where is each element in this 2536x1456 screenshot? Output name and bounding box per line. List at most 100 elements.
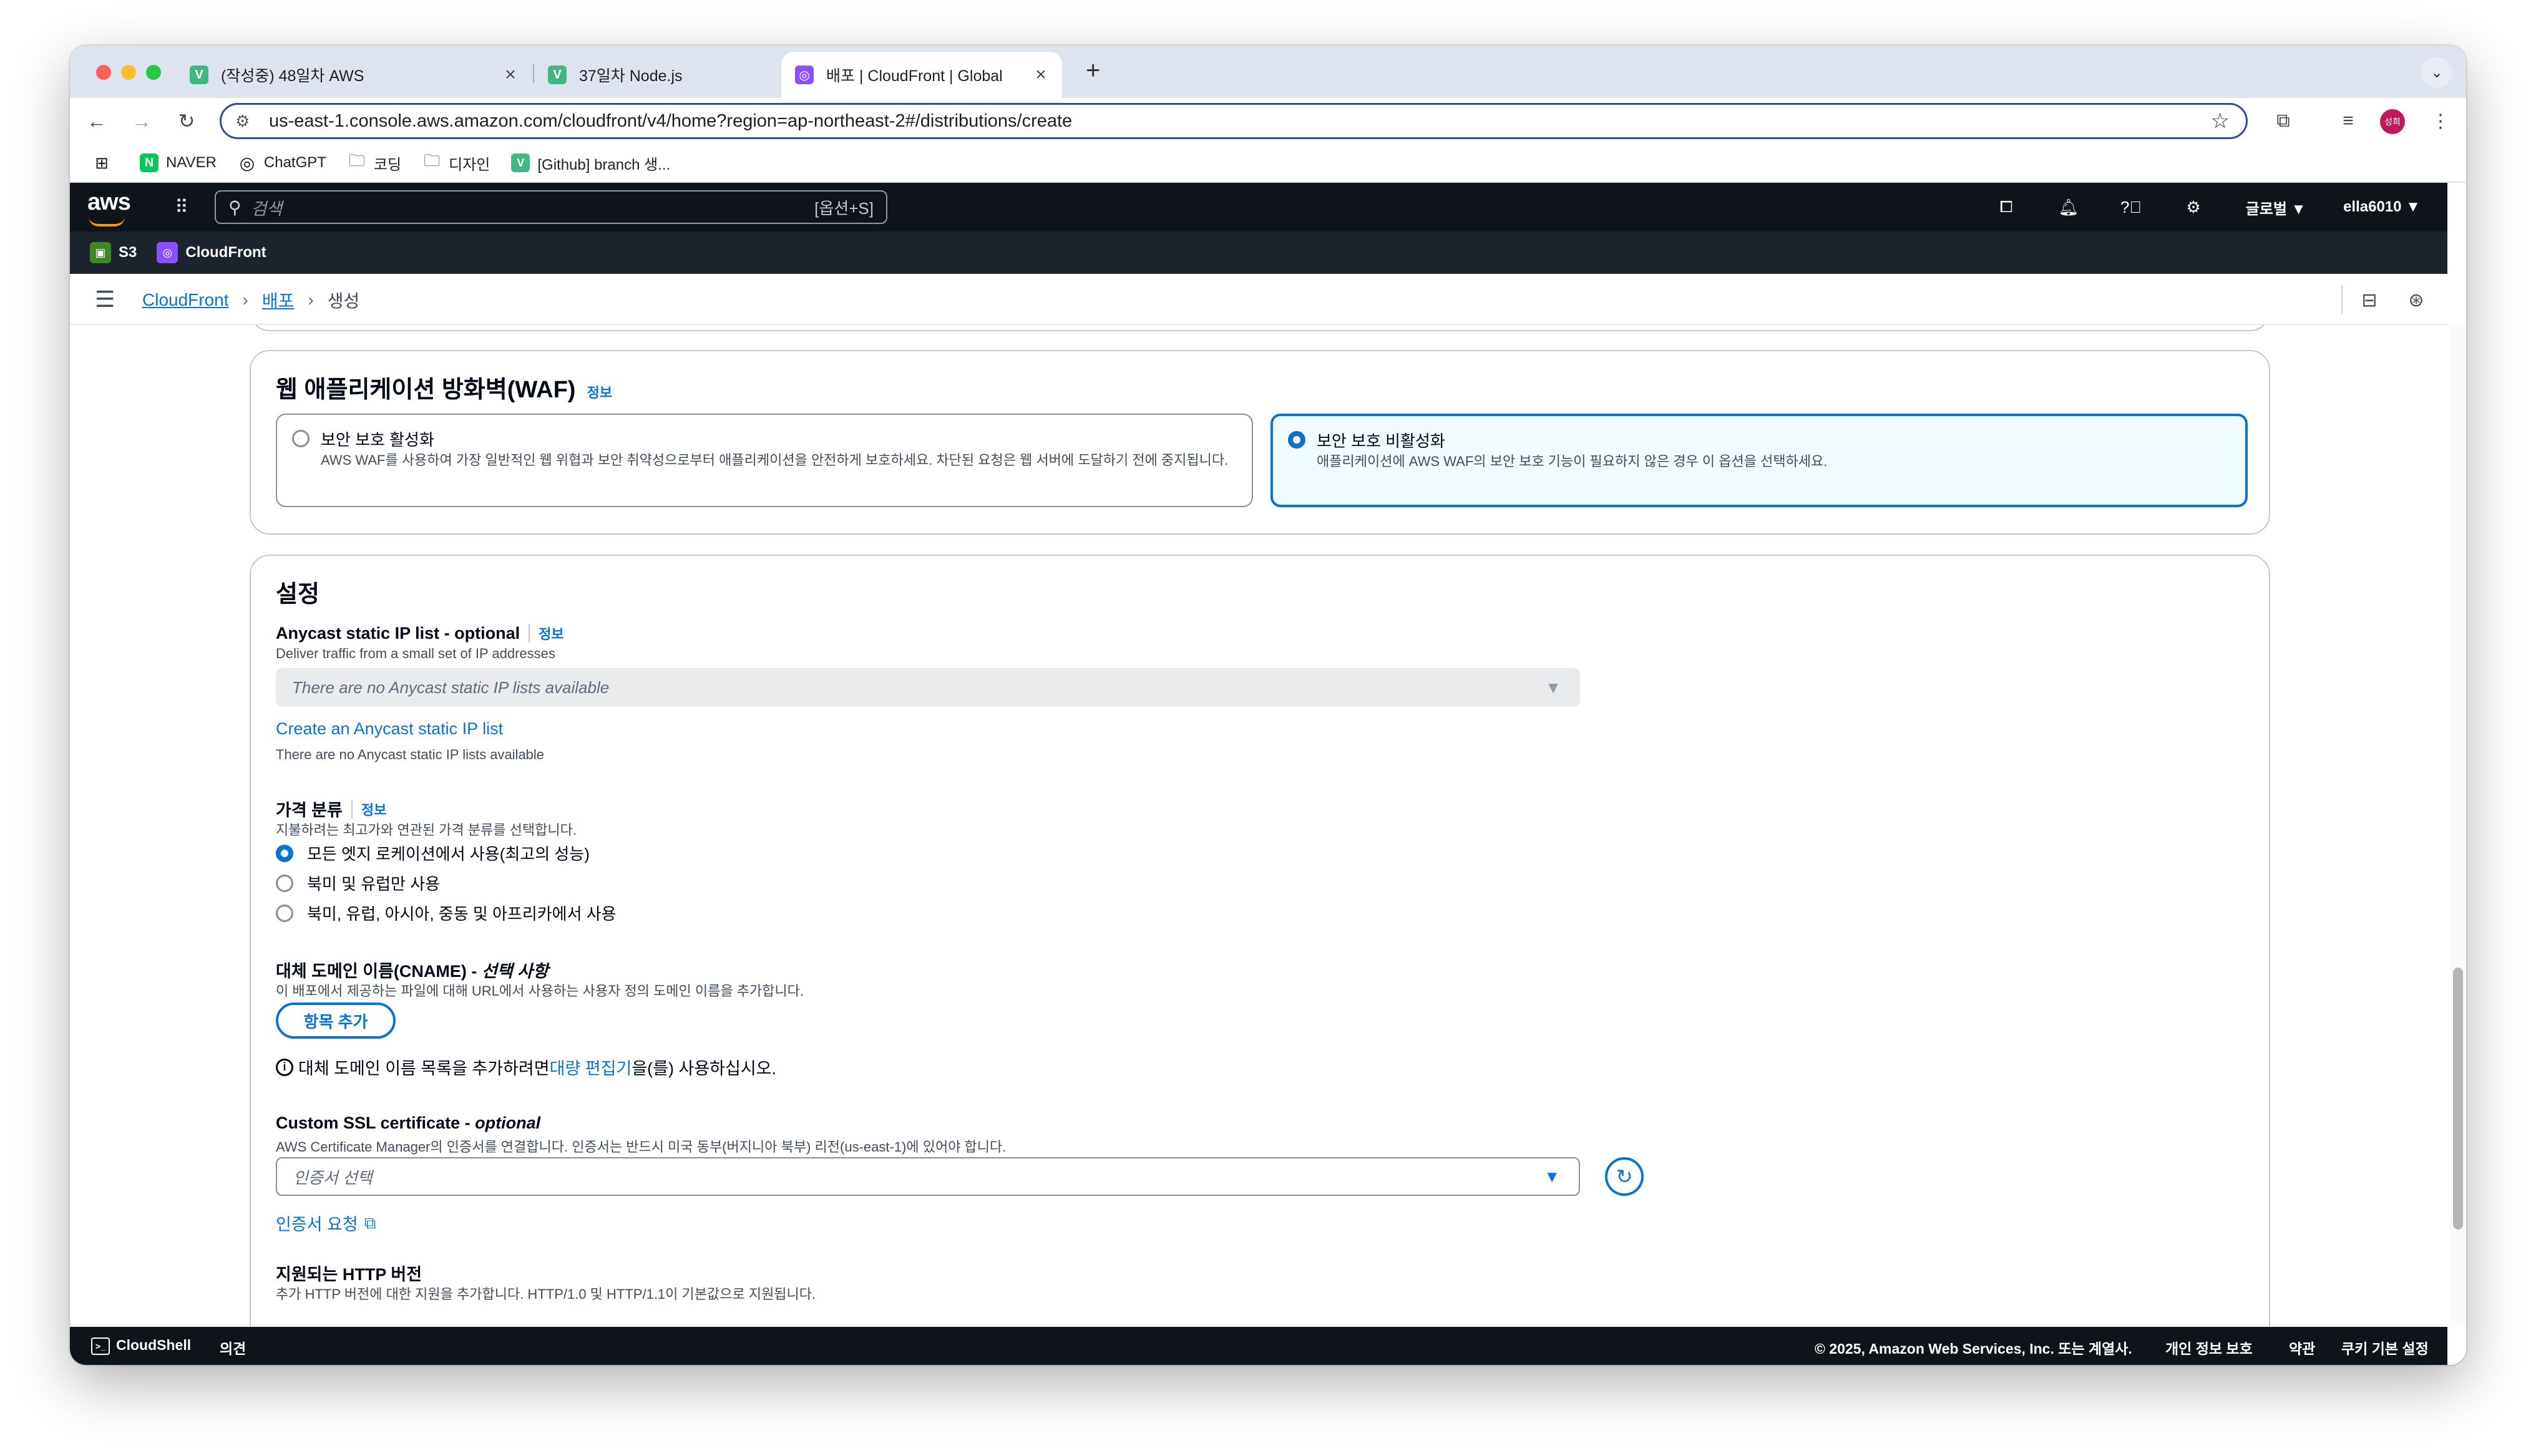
cloudshell-icon[interactable]: ⧠ bbox=[1993, 194, 2019, 220]
http-versions-label: 지원되는 HTTP 버전 bbox=[276, 1265, 422, 1284]
caret-down-icon: ▼ bbox=[1545, 677, 1561, 697]
anycast-label: Anycast static IP list - optional 정보 bbox=[276, 623, 564, 643]
chatgpt-icon: ◎ bbox=[239, 153, 255, 173]
tab-title: (작성중) 48일차 AWS bbox=[221, 67, 364, 85]
price-class-description: 지불하려는 최고가와 연관된 가격 분류를 선택합니다. bbox=[276, 822, 577, 838]
notifications-bell-icon[interactable]: 🔔︎ bbox=[2056, 194, 2082, 220]
tab-title: 37일차 Node.js bbox=[579, 67, 683, 85]
maximize-window-button[interactable] bbox=[146, 65, 161, 80]
services-menu-icon[interactable]: ⠿ bbox=[170, 195, 193, 219]
http-versions-description: 추가 HTTP 버전에 대한 지원을 추가합니다. HTTP/1.0 및 HTT… bbox=[276, 1286, 816, 1302]
option-label: 보안 보호 활성화 bbox=[321, 430, 434, 449]
address-bar[interactable]: ⚙ us-east-1.console.aws.amazon.com/cloud… bbox=[220, 103, 2248, 139]
tab-strip: V (작성중) 48일차 AWS × V 37일차 Node.js × ◎ 배포… bbox=[70, 46, 2466, 98]
cname-label: 대체 도메인 이름(CNAME) - 선택 사항 bbox=[276, 962, 549, 981]
add-item-button[interactable]: 항목 추가 bbox=[276, 1002, 396, 1039]
ssl-label: Custom SSL certificate - optional bbox=[276, 1114, 541, 1132]
breadcrumb-distributions[interactable]: 배포 bbox=[262, 288, 295, 313]
terms-link[interactable]: 약관 bbox=[2289, 1337, 2315, 1358]
tab-title: 배포 | CloudFront | Global bbox=[826, 67, 1003, 85]
account-menu[interactable]: ella6010 ▼ bbox=[2335, 194, 2429, 220]
bookmark-folder-coding[interactable]: 🗀 코딩 bbox=[348, 151, 401, 174]
bookmarks-bar: ⊞ N NAVER ◎ ChatGPT 🗀 코딩 🗀 디자인 V [Github… bbox=[70, 144, 2466, 183]
vue-icon: V bbox=[511, 153, 530, 172]
chevron-right-icon: › bbox=[308, 290, 314, 309]
price-option-na-eu-asia[interactable]: 북미, 유럽, 아시아, 중동 및 아프리카에서 사용 bbox=[276, 901, 617, 925]
favorite-s3[interactable]: ▣ S3 bbox=[90, 242, 137, 263]
radio-price-na-eu-asia[interactable] bbox=[276, 904, 293, 922]
cloudshell-button[interactable]: >_ CloudShell bbox=[91, 1337, 191, 1355]
cookie-preferences-link[interactable]: 쿠키 기본 설정 bbox=[2341, 1337, 2429, 1358]
radio-price-all[interactable] bbox=[276, 844, 293, 862]
bookmark-github-branch[interactable]: V [Github] branch 생... bbox=[511, 152, 670, 174]
url-text: us-east-1.console.aws.amazon.com/cloudfr… bbox=[269, 110, 1073, 131]
apps-grid-icon[interactable]: ⊞ bbox=[92, 153, 119, 172]
side-nav-menu-icon[interactable]: ☰ bbox=[95, 286, 115, 313]
tab-search-button[interactable]: ⌄ bbox=[2421, 57, 2452, 88]
site-settings-icon[interactable]: ⚙ bbox=[235, 112, 254, 131]
bookmark-naver[interactable]: N NAVER bbox=[140, 153, 217, 172]
profile-avatar[interactable]: 성희 bbox=[2380, 109, 2405, 134]
anycast-select: There are no Anycast static IP lists ava… bbox=[276, 668, 1580, 707]
price-class-info-link[interactable]: 정보 bbox=[361, 799, 386, 819]
panel-toggle-icon[interactable]: ⊟ bbox=[2357, 288, 2382, 313]
settings-gear-icon[interactable]: ⚙ bbox=[2180, 194, 2207, 220]
browser-tab[interactable]: V 37일차 Node.js × bbox=[534, 52, 809, 98]
reload-icon[interactable]: ↻ bbox=[172, 107, 201, 135]
certificate-select[interactable]: 인증서 선택 ▼ bbox=[276, 1157, 1580, 1196]
favorite-cloudfront[interactable]: ◎ CloudFront bbox=[157, 242, 266, 263]
service-favorites-bar: ▣ S3 ◎ CloudFront bbox=[70, 231, 2447, 274]
bulk-editor-link[interactable]: 대량 편집기 bbox=[550, 1055, 632, 1079]
feedback-link[interactable]: 의견 bbox=[220, 1337, 246, 1358]
shortcut-settings-icon[interactable]: ⊛ bbox=[2404, 288, 2429, 313]
price-option-all[interactable]: 모든 엣지 로케이션에서 사용(최고의 성능) bbox=[276, 842, 590, 865]
breadcrumb-cloudfront[interactable]: CloudFront bbox=[142, 290, 229, 310]
browser-tab[interactable]: V (작성중) 48일차 AWS × bbox=[176, 52, 532, 98]
aws-top-nav: aws ⠿ ⚲ 검색 [옵션+S] ⧠ 🔔︎ ?⃝ ⚙ 글로벌 ▼ ella60… bbox=[70, 183, 2447, 231]
vue-icon: V bbox=[190, 66, 208, 84]
breadcrumb: CloudFront › 배포 › 생성 bbox=[142, 288, 359, 313]
bookmark-chatgpt[interactable]: ◎ ChatGPT bbox=[238, 153, 326, 173]
radio-enable-waf[interactable] bbox=[292, 430, 310, 447]
browser-menu-icon[interactable]: ⋮ bbox=[2427, 108, 2454, 134]
breadcrumb-create: 생성 bbox=[327, 291, 360, 311]
caret-down-icon: ▼ bbox=[1544, 1167, 1560, 1186]
cloudfront-icon: ◎ bbox=[157, 242, 178, 263]
bookmark-star-icon[interactable]: ☆ bbox=[2211, 109, 2230, 133]
settings-card: 설정 Anycast static IP list - optional 정보 D… bbox=[250, 555, 2270, 1327]
price-class-label: 가격 분류 정보 bbox=[276, 797, 386, 821]
waf-option-enable[interactable]: 보안 보호 활성화 AWS WAF를 사용하여 가장 일반적인 웹 위협과 보안… bbox=[276, 414, 1253, 507]
price-option-na-eu[interactable]: 북미 및 유럽만 사용 bbox=[276, 871, 440, 895]
close-tab-icon[interactable]: × bbox=[1028, 64, 1053, 85]
refresh-certificates-button[interactable]: ↻ bbox=[1605, 1157, 1644, 1196]
anycast-info-link[interactable]: 정보 bbox=[539, 623, 563, 643]
close-window-button[interactable] bbox=[96, 65, 111, 80]
create-anycast-link[interactable]: Create an Anycast static IP list bbox=[276, 719, 503, 739]
aws-search-input[interactable]: ⚲ 검색 [옵션+S] bbox=[215, 190, 887, 224]
privacy-link[interactable]: 개인 정보 보호 bbox=[2165, 1337, 2253, 1358]
aws-footer: >_ CloudShell 의견 © 2025, Amazon Web Servi… bbox=[70, 1327, 2447, 1365]
cname-description: 이 배포에서 제공하는 파일에 대해 URL에서 사용하는 사용자 정의 도메인… bbox=[276, 983, 804, 999]
anycast-description: Deliver traffic from a small set of IP a… bbox=[276, 646, 555, 661]
option-label: 보안 보호 비활성화 bbox=[1317, 432, 1445, 450]
forward-arrow-icon[interactable]: → bbox=[127, 107, 156, 135]
browser-tab-active[interactable]: ◎ 배포 | CloudFront | Global × bbox=[781, 52, 1062, 98]
aws-logo[interactable]: aws bbox=[87, 189, 131, 226]
request-certificate-link[interactable]: 인증서 요청 ⧉ bbox=[276, 1211, 376, 1235]
extensions-icon[interactable]: ⧉ bbox=[2270, 108, 2296, 134]
close-tab-icon[interactable]: × bbox=[498, 64, 523, 85]
radio-disable-waf[interactable] bbox=[1288, 431, 1305, 449]
region-selector[interactable]: 글로벌 ▼ bbox=[2241, 194, 2310, 220]
waf-option-disable[interactable]: 보안 보호 비활성화 애플리케이션에 AWS WAF의 보안 보호 기능이 필요… bbox=[1270, 414, 2248, 507]
media-controls-icon[interactable]: ≡ bbox=[2335, 108, 2361, 134]
help-icon[interactable]: ?⃝ bbox=[2118, 194, 2144, 220]
scrollbar[interactable] bbox=[2450, 325, 2466, 1327]
minimize-window-button[interactable] bbox=[121, 65, 136, 80]
waf-info-link[interactable]: 정보 bbox=[587, 385, 612, 400]
new-tab-button[interactable]: + bbox=[1086, 57, 1100, 85]
copyright-text: © 2025, Amazon Web Services, Inc. 또는 계열사… bbox=[1815, 1341, 2132, 1357]
radio-price-na-eu[interactable] bbox=[276, 874, 293, 892]
bookmark-folder-design[interactable]: 🗀 디자인 bbox=[422, 151, 490, 174]
back-arrow-icon[interactable]: ← bbox=[82, 107, 111, 135]
scrollbar-thumb[interactable] bbox=[2453, 968, 2463, 1230]
